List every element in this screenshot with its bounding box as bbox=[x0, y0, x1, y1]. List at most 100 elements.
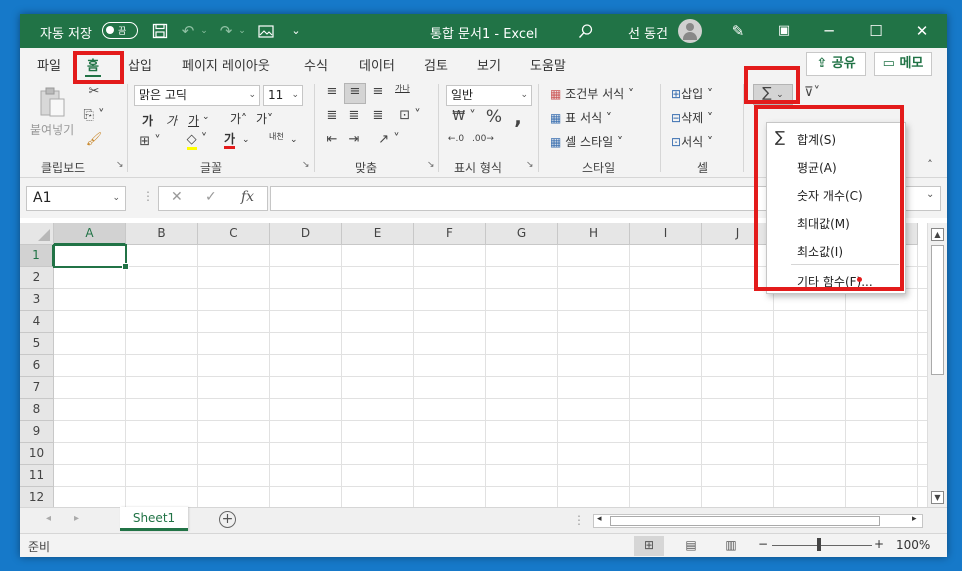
ribbon-display-icon[interactable]: ▣ bbox=[774, 21, 794, 41]
copy-icon[interactable]: ⎘ ˅ bbox=[82, 108, 106, 123]
merge-center-icon[interactable]: ⊡ ˅ bbox=[392, 108, 428, 123]
font-size-select[interactable]: 11 ⌄ bbox=[263, 85, 303, 106]
zoom-in-icon[interactable]: + bbox=[874, 537, 884, 551]
enter-icon[interactable]: ✓ bbox=[205, 189, 217, 205]
format-cells-button[interactable]: ⊡서식 ˅ bbox=[671, 133, 713, 150]
italic-button[interactable]: 가 bbox=[166, 112, 177, 129]
tab-formulas[interactable]: 수식 bbox=[304, 55, 328, 74]
column-header[interactable]: B bbox=[126, 223, 198, 245]
row-header[interactable]: 11 bbox=[20, 465, 54, 487]
paste-icon[interactable] bbox=[36, 86, 68, 120]
prev-sheet-icon[interactable]: ◂ bbox=[46, 513, 51, 524]
undo-dropdown-icon[interactable]: ⌄ bbox=[194, 21, 214, 41]
avatar[interactable] bbox=[678, 19, 702, 43]
row-header[interactable]: 1 bbox=[20, 245, 54, 267]
delete-cells-button[interactable]: ⊟삭제 ˅ bbox=[671, 109, 713, 126]
align-middle-icon[interactable]: ≡ bbox=[344, 83, 366, 104]
alignment-launcher-icon[interactable]: ↘ bbox=[427, 160, 435, 170]
row-header[interactable]: 7 bbox=[20, 377, 54, 399]
add-sheet-icon[interactable]: + bbox=[219, 511, 236, 528]
row-header[interactable]: 8 bbox=[20, 399, 54, 421]
font-launcher-icon[interactable]: ↘ bbox=[302, 160, 310, 170]
phonetic-dropdown-icon[interactable]: ⌄ bbox=[290, 135, 298, 145]
shrink-font-button[interactable]: 가˅ bbox=[256, 110, 273, 127]
redo-dropdown-icon[interactable]: ⌄ bbox=[232, 21, 252, 41]
underline-dropdown-icon[interactable]: ⌄ bbox=[202, 112, 210, 122]
column-header[interactable]: I bbox=[630, 223, 702, 245]
zoom-slider-thumb[interactable] bbox=[817, 538, 821, 551]
horizontal-scrollbar[interactable]: ◂ ▸ bbox=[593, 514, 923, 528]
row-header[interactable]: 3 bbox=[20, 289, 54, 311]
align-bottom-icon[interactable]: ≡ bbox=[368, 84, 388, 99]
scroll-thumb[interactable] bbox=[931, 245, 944, 375]
tab-review[interactable]: 검토 bbox=[424, 55, 448, 74]
tab-help[interactable]: 도움말 bbox=[530, 55, 566, 74]
zoom-out-icon[interactable]: − bbox=[758, 537, 768, 551]
page-layout-view-icon[interactable]: ▤ bbox=[676, 536, 706, 556]
accounting-format-icon[interactable]: ₩ ˅ bbox=[448, 109, 480, 124]
tab-insert[interactable]: 삽입 bbox=[128, 55, 152, 74]
close-icon[interactable]: ✕ bbox=[907, 20, 937, 42]
next-sheet-icon[interactable]: ▸ bbox=[74, 513, 79, 524]
search-icon[interactable] bbox=[576, 21, 596, 41]
format-painter-icon[interactable]: 🖌 bbox=[83, 132, 105, 147]
align-top-icon[interactable]: ≡ bbox=[322, 84, 342, 99]
expand-formula-bar-icon[interactable]: ⌄ bbox=[926, 189, 934, 200]
row-header[interactable]: 10 bbox=[20, 443, 54, 465]
column-header[interactable]: F bbox=[414, 223, 486, 245]
vertical-scrollbar[interactable]: ▲ ▼ bbox=[927, 223, 947, 507]
select-all-corner[interactable] bbox=[20, 223, 54, 245]
scroll-right-icon[interactable]: ▸ bbox=[912, 514, 917, 524]
bold-button[interactable]: 가 bbox=[142, 112, 153, 129]
zoom-slider[interactable] bbox=[772, 545, 872, 546]
scroll-up-icon[interactable]: ▲ bbox=[931, 228, 944, 241]
wrap-text-button[interactable]: 가나 bbox=[395, 84, 413, 93]
cut-icon[interactable]: ✂ bbox=[84, 84, 104, 99]
font-name-select[interactable]: 맑은 고딕 ⌄ bbox=[134, 85, 260, 106]
font-color-dropdown-icon[interactable]: ⌄ bbox=[242, 135, 250, 145]
border-icon[interactable]: ⊞ ˅ bbox=[138, 134, 162, 149]
comma-style-icon[interactable]: , bbox=[510, 105, 526, 129]
active-cell[interactable] bbox=[53, 244, 129, 270]
minimize-icon[interactable]: ─ bbox=[814, 20, 844, 42]
cancel-icon[interactable]: ✕ bbox=[171, 189, 183, 205]
column-header[interactable]: D bbox=[270, 223, 342, 245]
number-launcher-icon[interactable]: ↘ bbox=[526, 160, 534, 170]
column-header[interactable]: H bbox=[558, 223, 630, 245]
sort-filter-icon[interactable]: ⊽˅ bbox=[798, 85, 826, 100]
zoom-level[interactable]: 100% bbox=[896, 538, 930, 552]
cell-styles-button[interactable]: ▦ 셀 스타일 ˅ bbox=[550, 133, 623, 150]
tab-page-layout[interactable]: 페이지 레이아웃 bbox=[182, 55, 270, 74]
row-header[interactable]: 6 bbox=[20, 355, 54, 377]
percent-icon[interactable]: % bbox=[484, 107, 504, 127]
customize-qat-icon[interactable]: ⌄ bbox=[286, 21, 306, 41]
decrease-indent-icon[interactable]: ⇤ bbox=[322, 132, 342, 147]
tab-file[interactable]: 파일 bbox=[37, 55, 61, 74]
format-as-table-button[interactable]: ▦ 표 서식 ˅ bbox=[550, 109, 612, 126]
font-color-button[interactable]: 가 bbox=[224, 132, 236, 149]
column-header[interactable]: C bbox=[198, 223, 270, 245]
tab-split-grip-icon[interactable]: ⋮ bbox=[573, 513, 585, 527]
phonetic-button[interactable]: 내천 bbox=[269, 132, 285, 141]
maximize-icon[interactable]: ☐ bbox=[861, 20, 891, 42]
name-box[interactable]: A1 ⌄ bbox=[26, 186, 126, 211]
scroll-thumb[interactable] bbox=[610, 516, 880, 526]
increase-decimal-icon[interactable]: ←.0 bbox=[446, 134, 466, 144]
tab-data[interactable]: 데이터 bbox=[359, 55, 395, 74]
decrease-decimal-icon[interactable]: .00→ bbox=[472, 134, 494, 144]
row-header[interactable]: 2 bbox=[20, 267, 54, 289]
align-center-icon[interactable]: ≣ bbox=[344, 108, 364, 123]
tab-view[interactable]: 보기 bbox=[477, 55, 501, 74]
column-header[interactable]: E bbox=[342, 223, 414, 245]
column-header[interactable]: A bbox=[54, 223, 126, 245]
number-format-select[interactable]: 일반 ⌄ bbox=[446, 85, 532, 106]
align-right-icon[interactable]: ≣ bbox=[368, 108, 388, 123]
sheet-tab[interactable]: Sheet1 bbox=[120, 507, 188, 531]
autosave-toggle[interactable]: 끔 bbox=[102, 22, 138, 39]
underline-button[interactable]: 가 bbox=[188, 112, 199, 129]
collapse-ribbon-icon[interactable]: ˄ bbox=[923, 158, 937, 171]
row-header[interactable]: 12 bbox=[20, 487, 54, 507]
row-header[interactable]: 4 bbox=[20, 311, 54, 333]
pen-icon[interactable]: ✎ bbox=[728, 21, 748, 41]
grow-font-button[interactable]: 가˄ bbox=[230, 110, 247, 127]
